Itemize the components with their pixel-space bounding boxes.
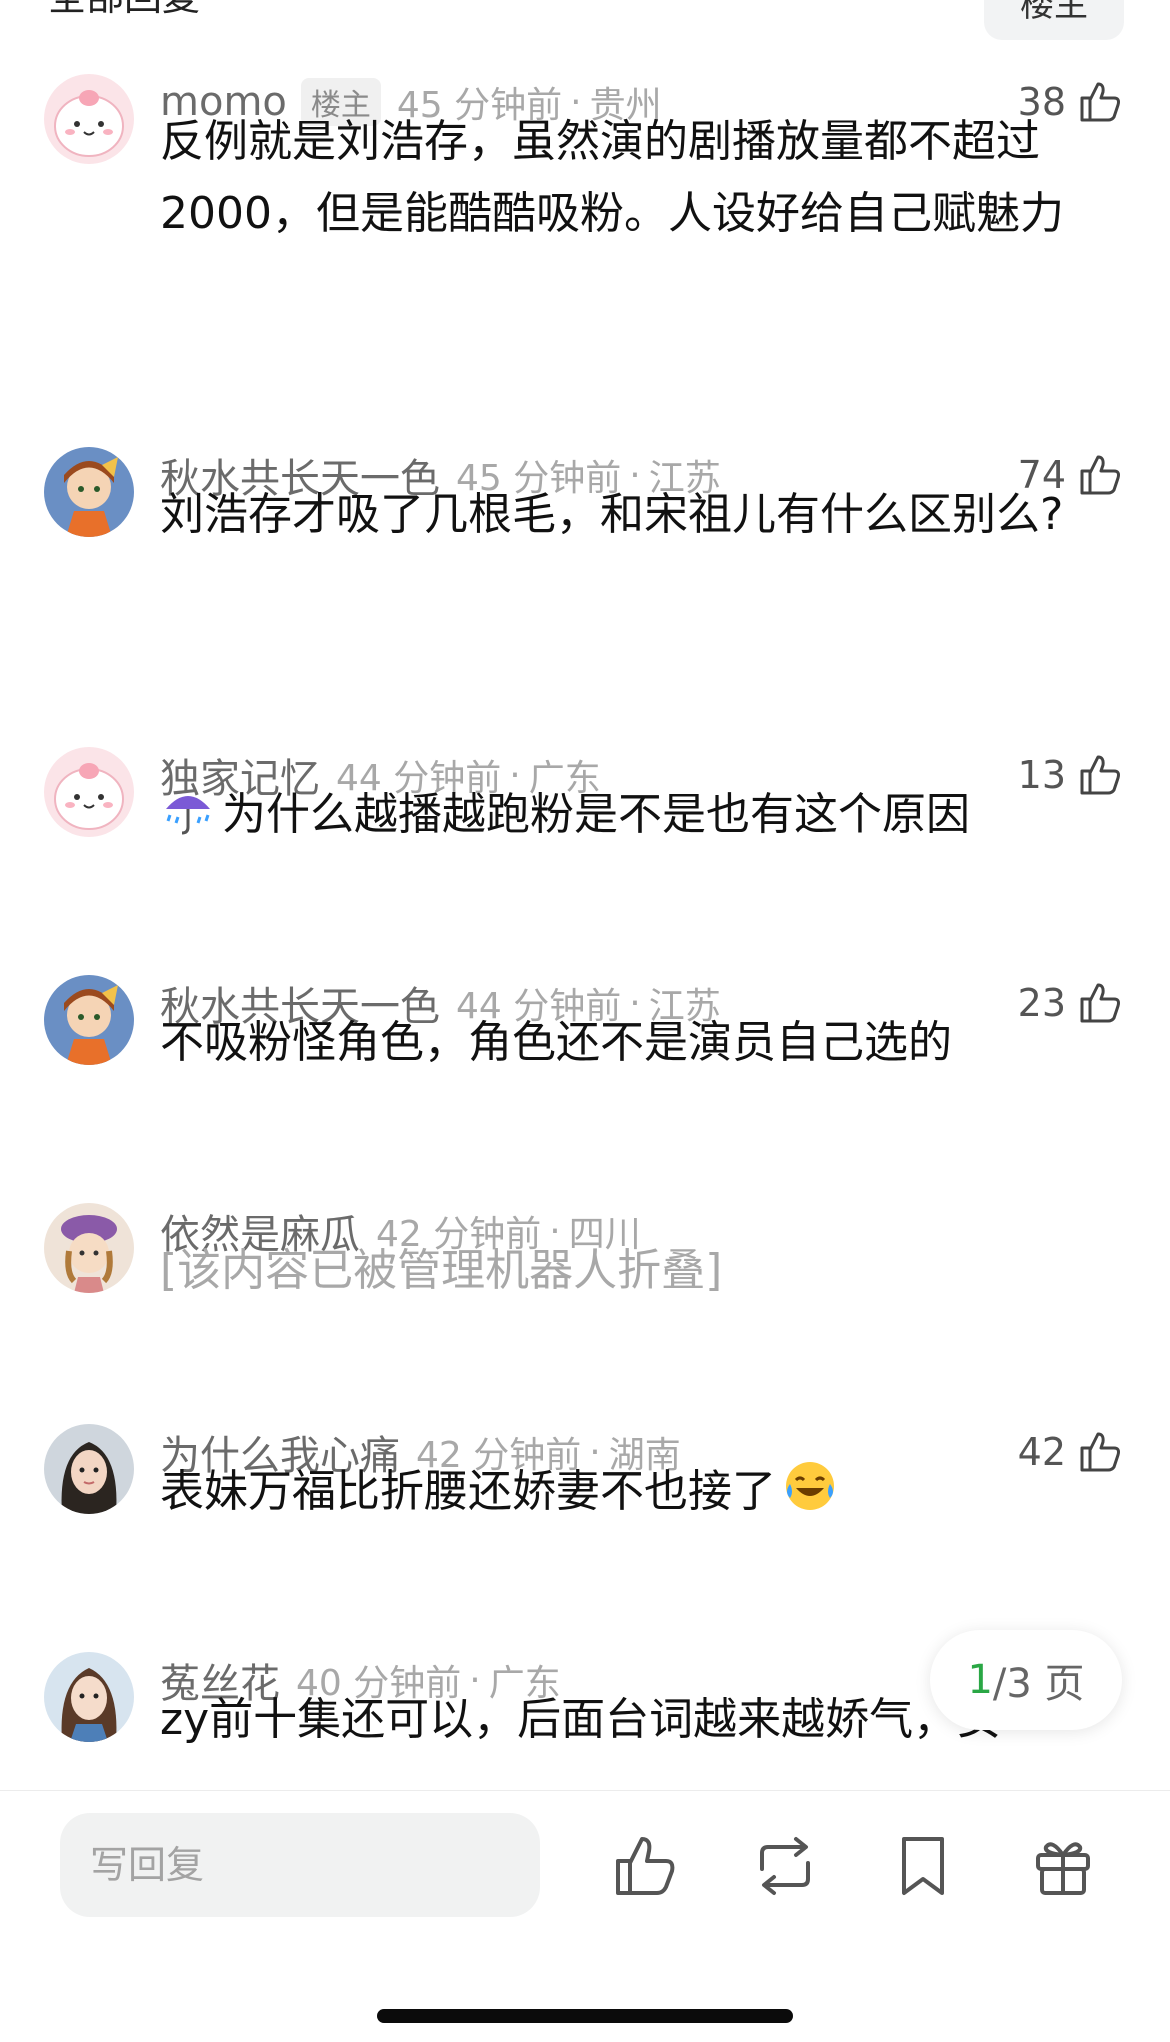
avatar[interactable] [44, 447, 134, 537]
comment-item: 秋水共长天一色 44 分钟前 · 江苏 23 不吸粉怪角色，角色还不是演员自己选… [0, 975, 1170, 1115]
laughing-tears-emoji-icon [786, 1462, 834, 1510]
pink-cartoon-avatar-icon [44, 74, 134, 164]
comment-text: 为什么越播越跑粉是不是也有这个原因 [160, 779, 1120, 851]
current-page: 1 [967, 1657, 993, 1703]
reply-header: 全部回复 楼主 [0, 0, 1170, 50]
avatar[interactable] [44, 74, 134, 164]
comment-item: momo 楼主 45 分钟前 · 贵州 38 反例就是刘浩存，虽然演的剧播放量都… [0, 74, 1170, 374]
photo-girl-avatar-icon [44, 1424, 134, 1514]
folded-comment-text[interactable]: [该内容已被管理机器人折叠] [160, 1235, 1120, 1307]
avatar[interactable] [44, 1203, 134, 1293]
home-indicator [377, 2009, 793, 2023]
avatar[interactable] [44, 1652, 134, 1742]
comment-text: 表妹万福比折腰还娇妻不也接了 [160, 1456, 1120, 1528]
comment-text-content: 为什么越播越跑粉是不是也有这个原因 [222, 789, 970, 840]
comment-item: 依然是麻瓜 42 分钟前 · 四川 [该内容已被管理机器人折叠] [0, 1203, 1170, 1343]
comment-text: 反例就是刘浩存，虽然演的剧播放量都不超过2000，但是能酷酷吸粉。人设好给自己赋… [160, 116, 1064, 239]
repost-icon[interactable] [750, 1831, 820, 1901]
total-pages: /3 页 [992, 1661, 1085, 1707]
comment-text-content: 表妹万福比折腰还娇妻不也接了 [160, 1466, 776, 1517]
comment-item: 独家记忆 44 分钟前 · 广东 13 为什么越播越跑粉是不是也有这个原因 [0, 747, 1170, 887]
bottom-action-bar [0, 1790, 1170, 2042]
thumbs-up-icon[interactable] [610, 1831, 680, 1901]
all-replies-title: 全部回复 [48, 0, 200, 21]
avatar[interactable] [44, 1424, 134, 1514]
avatar[interactable] [44, 747, 134, 837]
umbrella-rain-emoji-icon [166, 796, 210, 835]
avatar[interactable] [44, 975, 134, 1065]
anime-girl-avatar-icon [44, 447, 134, 537]
comment-text: 刘浩存才吸了几根毛，和宋祖儿有什么区别么? [160, 489, 1064, 540]
anime-girl-avatar-icon [44, 975, 134, 1065]
gift-icon[interactable] [1028, 1831, 1098, 1901]
comment-item: 为什么我心痛 42 分钟前 · 湖南 42 表妹万福比折腰还娇妻不也接了 [0, 1424, 1170, 1564]
comment-item: 秋水共长天一色 45 分钟前 · 江苏 74 刘浩存才吸了几根毛，和宋祖儿有什么… [0, 447, 1170, 667]
photo-girl-blue-avatar-icon [44, 1652, 134, 1742]
page-indicator[interactable]: 1/3 页 [930, 1630, 1122, 1730]
purple-hat-girl-avatar-icon [44, 1203, 134, 1293]
reply-input[interactable] [60, 1813, 540, 1917]
pink-cartoon-avatar-icon [44, 747, 134, 837]
bookmark-icon[interactable] [888, 1831, 958, 1901]
op-only-button[interactable]: 楼主 [984, 0, 1124, 40]
comment-text: 不吸粉怪角色，角色还不是演员自己选的 [160, 1017, 952, 1068]
